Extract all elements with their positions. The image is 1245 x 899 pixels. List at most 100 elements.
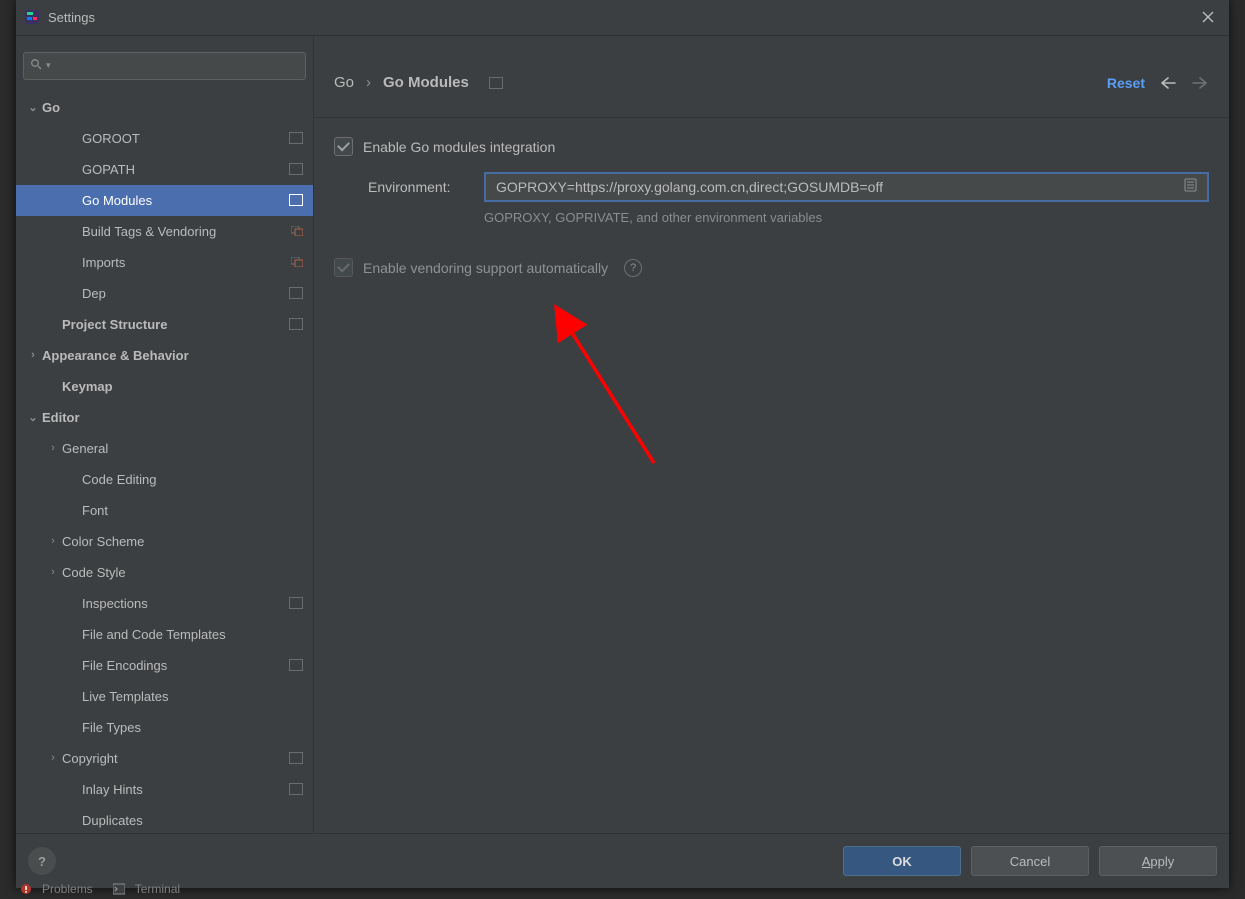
enable-vendoring-label: Enable vendoring support automatically <box>363 260 608 276</box>
tree-item-keymap[interactable]: Keymap <box>16 371 313 402</box>
tree-item-label: Editor <box>42 410 303 425</box>
search-icon <box>30 58 42 73</box>
tree-item-label: Duplicates <box>82 813 303 828</box>
cancel-button[interactable]: Cancel <box>971 846 1089 876</box>
environment-hint: GOPROXY, GOPRIVATE, and other environmen… <box>334 210 1209 225</box>
help-button[interactable]: ? <box>28 847 56 875</box>
enable-vendoring-checkbox[interactable] <box>334 258 353 277</box>
back-button[interactable] <box>1159 74 1177 92</box>
project-scope-icon <box>289 597 303 609</box>
tree-item-label: General <box>62 441 303 456</box>
tree-item-goroot[interactable]: GOROOT <box>16 123 313 154</box>
tree-item-duplicates[interactable]: Duplicates <box>16 805 313 833</box>
tree-item-go-modules[interactable]: Go Modules <box>16 185 313 216</box>
project-scope-icon <box>289 194 303 206</box>
tree-item-label: Project Structure <box>62 317 283 332</box>
tree-item-label: File Types <box>82 720 303 735</box>
content-header: Go › Go Modules Reset <box>314 36 1229 118</box>
chevron-right-icon[interactable]: › <box>26 349 40 361</box>
tree-item-label: Go Modules <box>82 193 283 208</box>
breadcrumb-leaf: Go Modules <box>383 74 469 91</box>
terminal-icon <box>113 883 125 895</box>
tree-item-label: Inlay Hints <box>82 782 283 797</box>
tree-item-inlay-hints[interactable]: Inlay Hints <box>16 774 313 805</box>
settings-content: Go › Go Modules Reset <box>314 36 1229 833</box>
tree-item-build-tags-vendoring[interactable]: Build Tags & Vendoring <box>16 216 313 247</box>
project-scope-icon <box>289 163 303 175</box>
settings-tree[interactable]: ⌄GoGOROOTGOPATHGo ModulesBuild Tags & Ve… <box>16 92 313 833</box>
tree-item-general[interactable]: ›General <box>16 433 313 464</box>
ide-bottom-toolbar: Problems Terminal <box>20 879 180 899</box>
environment-value: GOPROXY=https://proxy.golang.com.cn,dire… <box>496 179 1176 195</box>
project-scope-icon <box>289 783 303 795</box>
tree-item-copyright[interactable]: ›Copyright <box>16 743 313 774</box>
close-button[interactable] <box>1195 4 1221 30</box>
reset-button[interactable]: Reset <box>1107 75 1145 91</box>
breadcrumb: Go › Go Modules <box>334 74 1107 91</box>
apply-button[interactable]: AApplypply <box>1099 846 1217 876</box>
tree-item-label: Keymap <box>62 379 303 394</box>
tree-item-label: GOPATH <box>82 162 283 177</box>
tree-item-code-style[interactable]: ›Code Style <box>16 557 313 588</box>
titlebar: Settings <box>16 0 1229 36</box>
project-scope-icon <box>289 132 303 144</box>
settings-search[interactable]: ▾ <box>23 52 306 80</box>
tree-item-file-types[interactable]: File Types <box>16 712 313 743</box>
tree-item-label: GOROOT <box>82 131 283 146</box>
project-scope-icon <box>289 287 303 299</box>
tree-item-font[interactable]: Font <box>16 495 313 526</box>
forward-button[interactable] <box>1191 74 1209 92</box>
tree-item-go[interactable]: ⌄Go <box>16 92 313 123</box>
enable-go-modules-label: Enable Go modules integration <box>363 139 555 155</box>
tree-item-label: Go <box>42 100 303 115</box>
environment-field[interactable]: GOPROXY=https://proxy.golang.com.cn,dire… <box>484 172 1209 202</box>
chevron-down-icon[interactable]: ⌄ <box>26 101 40 114</box>
project-scope-expand-icon <box>291 257 303 267</box>
tree-item-label: Appearance & Behavior <box>42 348 303 363</box>
tree-item-dep[interactable]: Dep <box>16 278 313 309</box>
tree-item-code-editing[interactable]: Code Editing <box>16 464 313 495</box>
tree-item-appearance-behavior[interactable]: ›Appearance & Behavior <box>16 340 313 371</box>
tree-item-imports[interactable]: Imports <box>16 247 313 278</box>
tree-item-live-templates[interactable]: Live Templates <box>16 681 313 712</box>
window-title: Settings <box>48 10 95 25</box>
chevron-down-icon[interactable]: ⌄ <box>26 411 40 424</box>
project-scope-icon <box>289 752 303 764</box>
project-scope-icon <box>289 318 303 330</box>
tree-item-label: Inspections <box>82 596 283 611</box>
problems-icon <box>20 883 32 895</box>
breadcrumb-separator: › <box>366 74 371 91</box>
breadcrumb-root[interactable]: Go <box>334 74 354 91</box>
chevron-right-icon[interactable]: › <box>46 752 60 764</box>
chevron-right-icon[interactable]: › <box>46 535 60 547</box>
tree-item-project-structure[interactable]: Project Structure <box>16 309 313 340</box>
tree-item-label: Copyright <box>62 751 283 766</box>
tree-item-label: Live Templates <box>82 689 303 704</box>
tree-item-label: Code Style <box>62 565 303 580</box>
chevron-right-icon[interactable]: › <box>46 442 60 454</box>
dialog-footer: ? OK Cancel AApplypply <box>16 833 1229 888</box>
tree-item-color-scheme[interactable]: ›Color Scheme <box>16 526 313 557</box>
app-logo-icon <box>24 9 40 25</box>
tree-item-file-encodings[interactable]: File Encodings <box>16 650 313 681</box>
ok-button[interactable]: OK <box>843 846 961 876</box>
tree-item-file-and-code-templates[interactable]: File and Code Templates <box>16 619 313 650</box>
tree-item-label: Color Scheme <box>62 534 303 549</box>
chevron-right-icon[interactable]: › <box>46 566 60 578</box>
tree-item-label: Font <box>82 503 303 518</box>
search-input[interactable] <box>51 57 299 74</box>
problems-label[interactable]: Problems <box>42 882 93 896</box>
expand-field-icon[interactable] <box>1184 178 1197 195</box>
tree-item-label: Build Tags & Vendoring <box>82 224 285 239</box>
settings-dialog: Settings ▾ ⌄GoGOROOTGOPATHGo ModulesBuil… <box>16 0 1229 888</box>
tree-item-inspections[interactable]: Inspections <box>16 588 313 619</box>
environment-label: Environment: <box>368 179 468 195</box>
tree-item-editor[interactable]: ⌄Editor <box>16 402 313 433</box>
terminal-label[interactable]: Terminal <box>135 882 180 896</box>
project-scope-expand-icon <box>291 226 303 236</box>
enable-go-modules-checkbox[interactable] <box>334 137 353 156</box>
help-icon[interactable]: ? <box>624 259 642 277</box>
tree-item-label: Dep <box>82 286 283 301</box>
project-scope-icon <box>489 77 503 89</box>
tree-item-gopath[interactable]: GOPATH <box>16 154 313 185</box>
